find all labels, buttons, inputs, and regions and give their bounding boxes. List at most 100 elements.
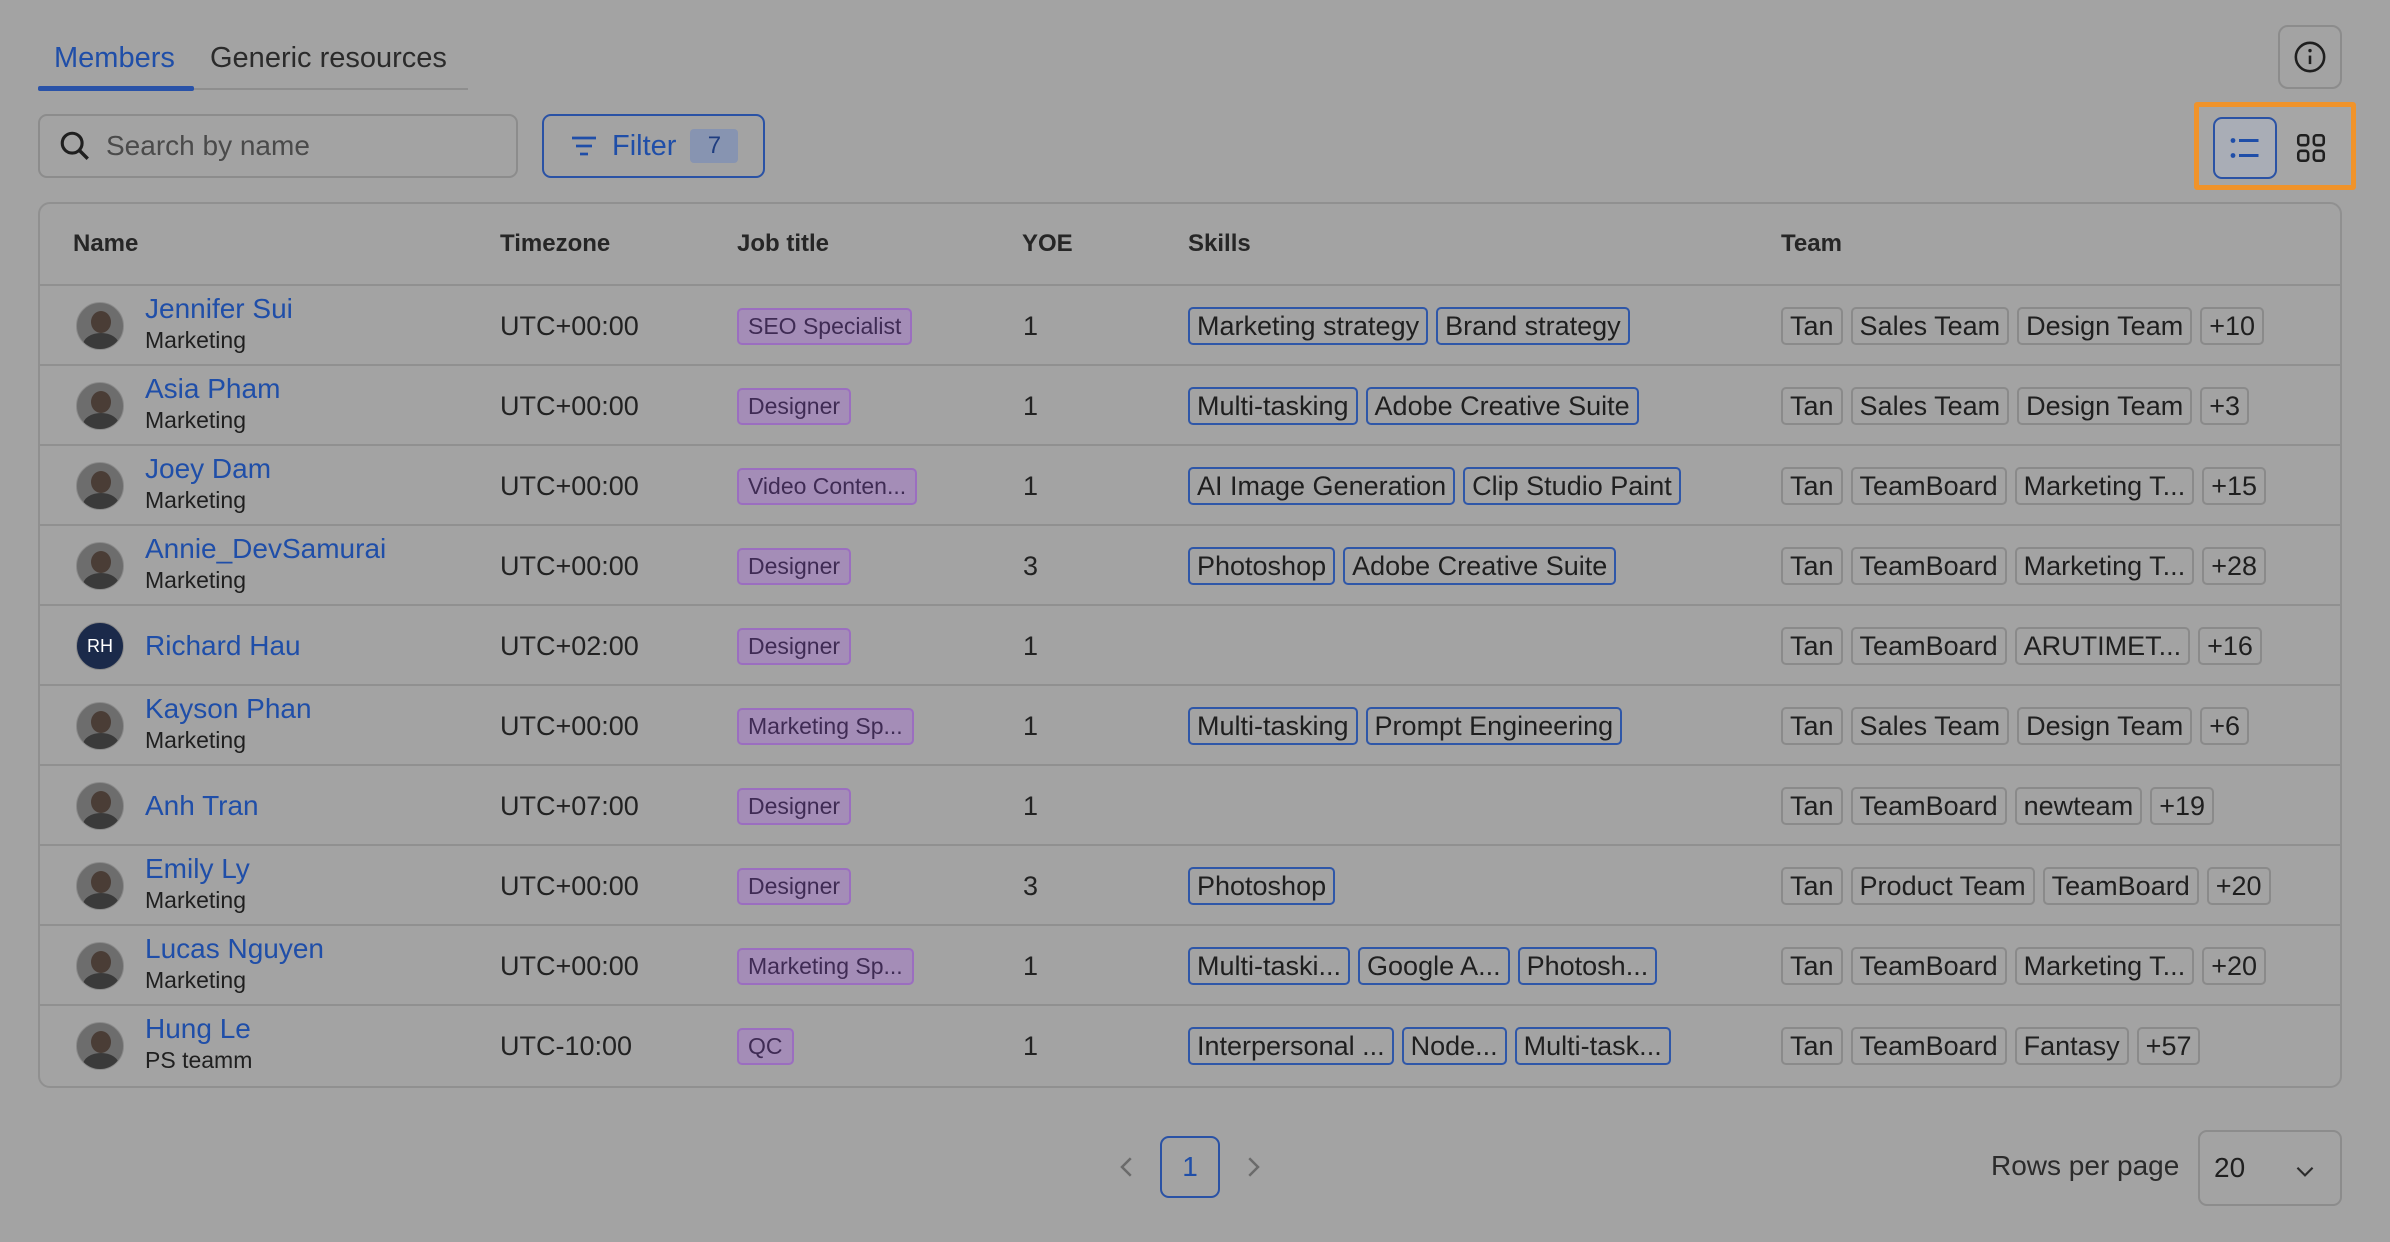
header-name[interactable]: Name <box>73 230 138 258</box>
member-name-link[interactable]: Hung Le <box>145 1013 445 1045</box>
view-toggle <box>2194 102 2356 190</box>
timezone-cell: UTC+00:00 <box>500 310 639 341</box>
member-name-link[interactable]: Lucas Nguyen <box>145 933 445 965</box>
team-tag: Fantasy <box>2014 1027 2129 1065</box>
team-tag: Tan <box>1781 867 1843 905</box>
yoe-cell: 3 <box>1023 550 1039 581</box>
skill-tag: Prompt Engineering <box>1365 707 1623 745</box>
avatar <box>76 382 124 430</box>
team-tag: Sales Team <box>1850 387 2010 425</box>
rows-per-page-select[interactable]: 20 <box>2198 1130 2342 1206</box>
header-job-title[interactable]: Job title <box>737 230 829 258</box>
yoe-cell: 3 <box>1023 870 1039 901</box>
job-title-tag: Designer <box>737 867 852 905</box>
info-button[interactable] <box>2278 25 2342 89</box>
filter-button[interactable]: Filter 7 <box>542 114 765 178</box>
member-department: PS teamm <box>145 1047 253 1073</box>
header-team[interactable]: Team <box>1781 230 1842 258</box>
member-name-link[interactable]: Richard Hau <box>145 630 445 662</box>
skill-tag: Multi-tasking <box>1188 387 1358 425</box>
table-row[interactable]: Asia Pham Marketing UTC+00:00 Designer 1 Mult… <box>40 366 2340 446</box>
page-number-button[interactable]: 1 <box>1160 1136 1220 1198</box>
yoe-cell: 1 <box>1023 310 1039 341</box>
table-row[interactable]: Joey Dam Marketing UTC+00:00 Video Conten..… <box>40 446 2340 526</box>
table-row[interactable]: Jennifer Sui Marketing UTC+00:00 SEO Specia… <box>40 286 2340 366</box>
name-cell: Lucas Nguyen Marketing <box>145 933 445 995</box>
skill-tag: Multi-task... <box>1514 1027 1671 1065</box>
timezone-cell: UTC+00:00 <box>500 390 639 421</box>
member-department: Marketing <box>145 407 246 433</box>
member-name-link[interactable]: Annie_DevSamurai <box>145 533 445 565</box>
avatar <box>76 302 124 350</box>
team-more-badge[interactable]: +3 <box>2200 387 2250 425</box>
grid-view-button[interactable] <box>2279 117 2343 179</box>
table-row[interactable]: Hung Le PS teamm UTC-10:00 QC 1 Interpersonal… <box>40 1006 2340 1086</box>
team-tag: Tan <box>1781 627 1843 665</box>
team-more-badge[interactable]: +15 <box>2202 467 2267 505</box>
job-title-cell: Marketing Sp... <box>737 926 914 1006</box>
team-more-badge[interactable]: +20 <box>2202 947 2267 985</box>
yoe-cell: 1 <box>1023 1030 1039 1061</box>
skill-tag: Interpersonal ... <box>1188 1027 1394 1065</box>
team-more-badge[interactable]: +20 <box>2206 867 2271 905</box>
team-tag: Design Team <box>2017 307 2193 345</box>
timezone-cell: UTC+00:00 <box>500 870 639 901</box>
tab-generic-resources[interactable]: Generic resources <box>210 40 447 76</box>
name-cell: Anh Tran <box>145 790 445 822</box>
team-more-badge[interactable]: +6 <box>2200 707 2250 745</box>
next-page-button[interactable] <box>1238 1152 1268 1182</box>
table-row[interactable]: Emily Ly Marketing UTC+00:00 Designer 3 Photo… <box>40 846 2340 926</box>
team-cell: Tan Sales Team Design Team +6 <box>1781 686 2257 766</box>
team-more-badge[interactable]: +28 <box>2202 547 2267 585</box>
list-icon <box>2230 138 2259 158</box>
list-view-button[interactable] <box>2213 117 2277 179</box>
yoe-cell: 1 <box>1023 630 1039 661</box>
table-row[interactable]: Lucas Nguyen Marketing UTC+00:00 Marketing … <box>40 926 2340 1006</box>
team-more-badge[interactable]: +16 <box>2198 627 2262 665</box>
team-tag: TeamBoard <box>1850 627 2007 665</box>
table-row[interactable]: Kayson Phan Marketing UTC+00:00 Marketing S… <box>40 686 2340 766</box>
table-row[interactable]: RH Richard Hau UTC+02:00 Designer 1 Tan TeamBo… <box>40 606 2340 686</box>
skill-tag: Marketing strategy <box>1188 307 1429 345</box>
job-title-tag: QC <box>737 1027 794 1065</box>
filter-icon <box>572 136 596 156</box>
job-title-tag: Marketing Sp... <box>737 707 914 745</box>
job-title-cell: Marketing Sp... <box>737 686 914 766</box>
member-name-link[interactable]: Jennifer Sui <box>145 293 445 325</box>
search-input[interactable] <box>106 130 506 162</box>
member-name-link[interactable]: Anh Tran <box>145 790 445 822</box>
tab-members[interactable]: Members <box>54 40 175 76</box>
job-title-tag: Designer <box>737 627 852 665</box>
header-yoe[interactable]: YOE <box>1022 230 1073 258</box>
team-more-badge[interactable]: +10 <box>2200 307 2265 345</box>
header-skills[interactable]: Skills <box>1188 230 1251 258</box>
skill-tag: Multi-tasking <box>1188 707 1358 745</box>
job-title-cell: QC <box>737 1006 794 1086</box>
team-tag: TeamBoard <box>2042 867 2199 905</box>
avatar <box>76 782 124 830</box>
header-timezone[interactable]: Timezone <box>500 230 610 258</box>
grid-icon <box>2296 133 2326 163</box>
team-tag: newteam <box>2014 787 2143 825</box>
skills-cell: Photoshop <box>1188 846 1343 926</box>
table-row[interactable]: Anh Tran UTC+07:00 Designer 1 Tan TeamBoard ne… <box>40 766 2340 846</box>
member-department: Marketing <box>145 327 246 353</box>
table-row[interactable]: Annie_DevSamurai Marketing UTC+00:00 Design… <box>40 526 2340 606</box>
member-name-link[interactable]: Joey Dam <box>145 453 445 485</box>
team-more-badge[interactable]: +19 <box>2150 787 2214 825</box>
member-name-link[interactable]: Kayson Phan <box>145 693 445 725</box>
search-box[interactable] <box>38 114 518 178</box>
member-name-link[interactable]: Emily Ly <box>145 853 445 885</box>
team-cell: Tan TeamBoard Marketing T... +20 <box>1781 926 2274 1006</box>
member-department: Marketing <box>145 567 246 593</box>
skill-tag: Photoshop <box>1188 547 1336 585</box>
team-more-badge[interactable]: +57 <box>2136 1027 2201 1065</box>
timezone-cell: UTC+00:00 <box>500 950 639 981</box>
skills-cell: Marketing strategy Brand strategy <box>1188 286 1638 366</box>
yoe-cell: 1 <box>1023 790 1039 821</box>
skill-tag: Adobe Creative Suite <box>1343 547 1617 585</box>
member-name-link[interactable]: Asia Pham <box>145 373 445 405</box>
skill-tag: Photosh... <box>1517 947 1658 985</box>
yoe-cell: 1 <box>1023 710 1039 741</box>
previous-page-button[interactable] <box>1112 1152 1142 1182</box>
